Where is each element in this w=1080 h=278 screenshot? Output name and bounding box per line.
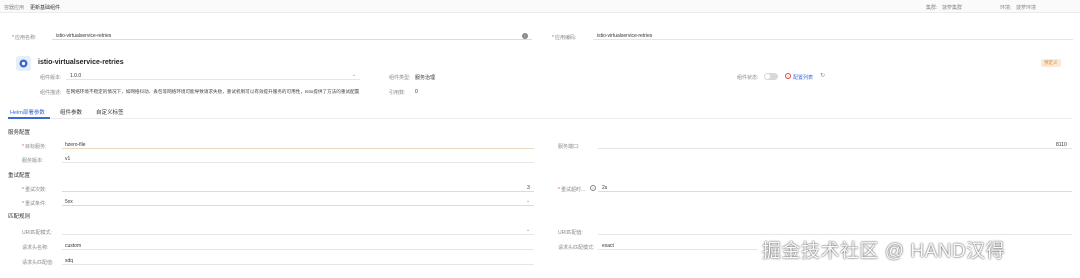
- info-icon[interactable]: i: [522, 33, 528, 39]
- desc-value: 在网络环境不稳定的情况下，如网络抖动、丢包等网络环境可能导致请求失败，重试机制可…: [66, 89, 360, 94]
- header-name-label: 请求头名称:: [22, 245, 49, 251]
- desc-label: 组件描述:: [40, 90, 62, 96]
- status-label: 组件状态:: [737, 75, 759, 81]
- chevron-down-icon: ⌄: [526, 227, 531, 233]
- env-value: 菠萝环境: [1016, 5, 1037, 11]
- retry-timeout-label: *重试超时...: [558, 187, 586, 193]
- tab-custom-labels[interactable]: 自定义标签: [96, 108, 124, 116]
- version-select[interactable]: 1.0.0 ⌄: [66, 71, 360, 80]
- target-service-input[interactable]: hzero-file: [62, 140, 534, 149]
- section-service-config: 服务配置: [8, 130, 31, 136]
- page-title: 更新基础组件: [30, 5, 61, 11]
- uri-mode-select[interactable]: ⌄: [62, 226, 534, 235]
- retry-count-input[interactable]: 3: [62, 183, 534, 192]
- header-value-label: 请求头匹配值:: [22, 260, 54, 266]
- uri-match-input[interactable]: [598, 226, 1072, 235]
- section-retry-config: 重试配置: [8, 173, 31, 179]
- breadcrumb[interactable]: 容器应用: [4, 4, 24, 11]
- type-label: 组件类型:: [389, 75, 411, 81]
- status-badge: 预定义: [1041, 59, 1061, 67]
- env-label: 环境:: [1000, 5, 1012, 11]
- header-value-input[interactable]: sdq: [62, 256, 534, 265]
- app-name-input[interactable]: istio-virtualservice-retries: [52, 31, 532, 40]
- question-icon[interactable]: ?: [590, 185, 596, 191]
- service-port-input[interactable]: 8110: [598, 140, 1072, 149]
- retry-count-label: *重试次数:: [22, 187, 47, 193]
- retry-condition-label: *重试条件:: [22, 201, 47, 207]
- app-code-input: istio-virtualservice-retries: [593, 31, 1073, 40]
- type-value: 服务治理: [415, 75, 436, 81]
- tab-helm-params[interactable]: Helm部署参数: [10, 108, 45, 116]
- section-match-rules: 匹配规则: [8, 214, 31, 220]
- top-bar: [0, 0, 1080, 13]
- chevron-down-icon: ⌄: [526, 198, 531, 204]
- component-icon: [16, 56, 31, 71]
- status-toggle[interactable]: [764, 73, 778, 80]
- version-label: 组件版本:: [40, 75, 62, 81]
- header-name-input[interactable]: custom: [62, 241, 534, 250]
- service-version-input[interactable]: v1: [62, 154, 534, 163]
- header-mode-select[interactable]: exact: [598, 241, 758, 250]
- cluster-value: 菠萝集群: [942, 5, 963, 11]
- tab-component-params[interactable]: 组件参数: [60, 108, 82, 116]
- component-name: istio-virtualservice-retries: [38, 59, 124, 66]
- retry-condition-select[interactable]: 5xx ⌄: [62, 197, 534, 206]
- header-mode-label: 请求头匹配模式:: [558, 245, 595, 251]
- ref-value: 0: [415, 89, 418, 95]
- refresh-icon[interactable]: ↻: [820, 72, 825, 79]
- tab-active-indicator: [8, 117, 50, 119]
- warning-icon: !: [785, 73, 791, 79]
- app-name-label: *应用名称:: [12, 35, 37, 41]
- config-list-link[interactable]: 配置列表: [793, 74, 813, 81]
- target-service-label: *目标服务:: [22, 144, 47, 150]
- retry-timeout-input[interactable]: 2s: [598, 183, 1072, 192]
- service-port-label: 服务端口:: [558, 144, 580, 150]
- uri-match-label: URI匹配值:: [558, 230, 584, 236]
- chevron-down-icon: ⌄: [352, 72, 357, 78]
- service-version-label: 服务版本:: [22, 158, 44, 164]
- uri-mode-label: URI匹配模式:: [22, 230, 53, 236]
- ref-label: 引用数:: [389, 90, 406, 96]
- cluster-label: 集群:: [926, 5, 938, 11]
- tab-divider: [8, 118, 1072, 119]
- watermark: 掘金技术社区 @ HAND汉得: [762, 241, 1006, 262]
- app-code-label: *应用编码:: [552, 35, 577, 41]
